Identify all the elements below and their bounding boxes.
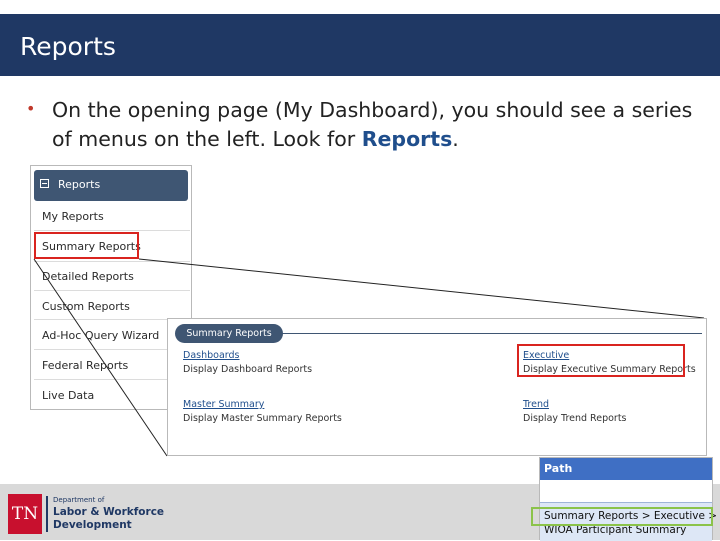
path-panel: Path Summary Reports > Executive > WIOA … xyxy=(539,457,717,541)
executive-highlight xyxy=(517,344,685,377)
dashboards-description: Display Dashboard Reports xyxy=(183,364,313,375)
summary-reports-tab: Summary Reports xyxy=(175,324,283,343)
trend-description: Display Trend Reports xyxy=(523,413,627,424)
path-header: Path xyxy=(540,458,712,480)
logo-divider xyxy=(46,496,48,532)
master-summary-description: Display Master Summary Reports xyxy=(183,413,342,424)
master-summary-link[interactable]: Master Summary xyxy=(183,399,264,410)
tn-logo-mark: TN xyxy=(8,494,42,534)
connector-line-left xyxy=(33,258,168,457)
dashboards-link[interactable]: Dashboards xyxy=(183,350,240,361)
logo-line-1: Department of xyxy=(53,496,105,504)
path-row-empty xyxy=(540,480,712,503)
logo-line-3: Development xyxy=(53,519,132,531)
trend-link[interactable]: Trend xyxy=(523,399,549,410)
path-highlight xyxy=(531,507,713,526)
connector-line-right xyxy=(138,258,705,319)
summary-reports-panel: Summary Reports Dashboards Display Dashb… xyxy=(167,318,707,456)
logo-line-2: Labor & Workforce xyxy=(53,506,165,518)
